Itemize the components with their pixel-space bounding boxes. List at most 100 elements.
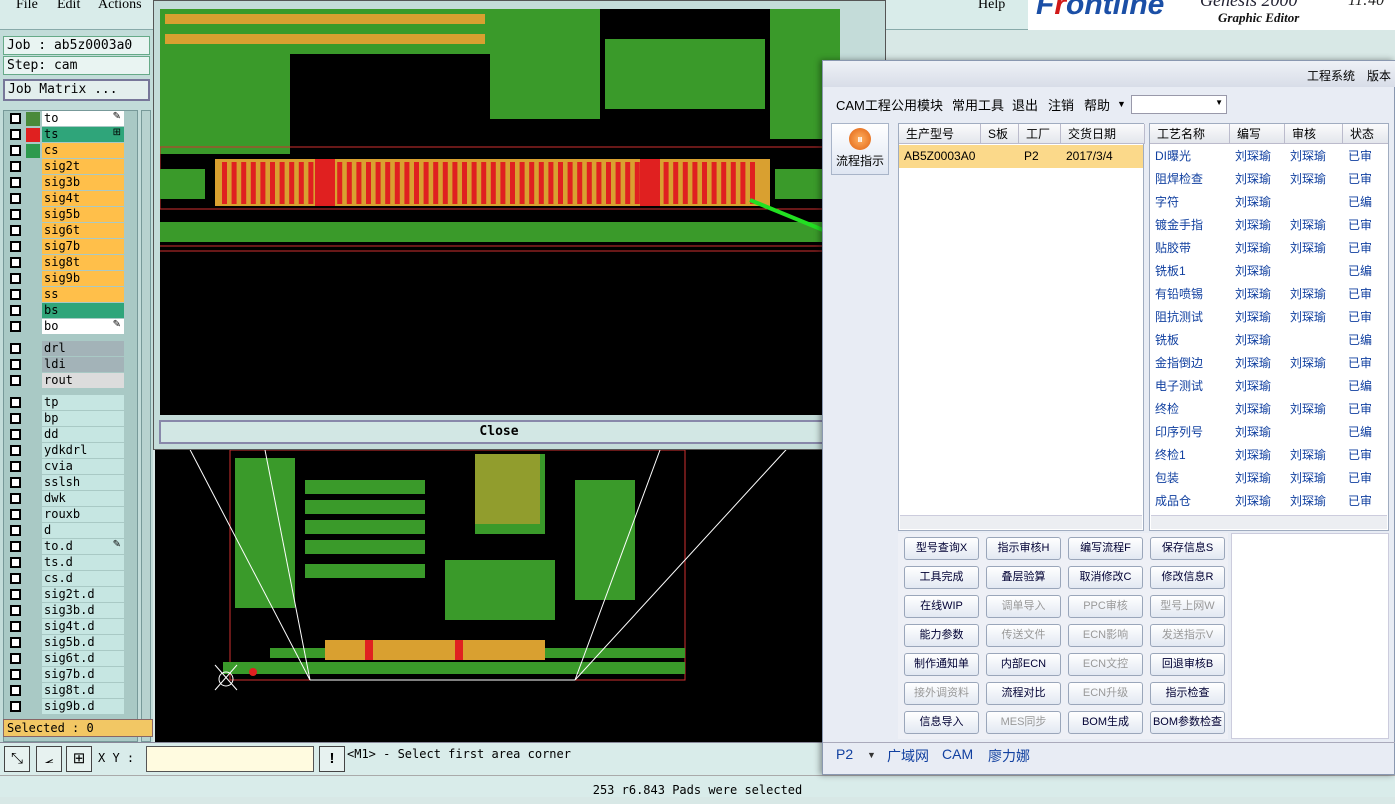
xy-input[interactable]: [146, 746, 314, 772]
menu-actions[interactable]: Actions: [98, 0, 142, 13]
menu-arrow-icon[interactable]: ▼: [1117, 99, 1126, 109]
layer-row[interactable]: sig5b: [4, 207, 137, 223]
layer-checkbox[interactable]: [10, 621, 21, 632]
measure-icon[interactable]: ⦟: [36, 746, 62, 772]
table-row[interactable]: 字符 刘琛瑜 已编: [1150, 191, 1388, 214]
layer-checkbox[interactable]: [10, 145, 21, 156]
cam-combo[interactable]: ▼: [1131, 95, 1227, 114]
layer-row[interactable]: sig6t.d: [4, 651, 137, 667]
layer-name[interactable]: dwk: [42, 491, 124, 506]
table-row[interactable]: 金指倒边 刘琛瑜 刘琛瑜 已审: [1150, 352, 1388, 375]
layer-scrollbar[interactable]: [141, 110, 151, 742]
table-row[interactable]: 铣板 刘琛瑜 已编: [1150, 329, 1388, 352]
layer-checkbox[interactable]: [10, 113, 21, 124]
layer-checkbox[interactable]: [10, 637, 21, 648]
action-button[interactable]: 型号查询X: [904, 537, 979, 560]
layer-row[interactable]: ts.d: [4, 555, 137, 571]
layer-name[interactable]: sig3b.d: [42, 603, 124, 618]
layer-checkbox[interactable]: [10, 589, 21, 600]
action-button[interactable]: 能力参数: [904, 624, 979, 647]
layer-row[interactable]: bo ✎: [4, 319, 137, 335]
layer-row[interactable]: bp: [4, 411, 137, 427]
table-row[interactable]: 镀金手指 刘琛瑜 刘琛瑜 已审: [1150, 214, 1388, 237]
action-button[interactable]: 调单导入: [986, 595, 1061, 618]
layer-checkbox[interactable]: [10, 305, 21, 316]
layer-checkbox[interactable]: [10, 605, 21, 616]
layer-checkbox[interactable]: [10, 225, 21, 236]
layer-row[interactable]: sig8t: [4, 255, 137, 271]
layer-name[interactable]: bp: [42, 411, 124, 426]
column-header[interactable]: 工艺名称: [1150, 124, 1230, 144]
menu-edit[interactable]: Edit: [57, 0, 80, 13]
layer-checkbox[interactable]: [10, 573, 21, 584]
layer-row[interactable]: sig5b.d: [4, 635, 137, 651]
action-button[interactable]: 流程对比: [986, 682, 1061, 705]
column-header[interactable]: 审核: [1285, 124, 1343, 144]
layer-row[interactable]: ydkdrl: [4, 443, 137, 459]
layer-checkbox[interactable]: [10, 209, 21, 220]
action-button[interactable]: 传送文件: [986, 624, 1061, 647]
action-button[interactable]: 指示审核H: [986, 537, 1061, 560]
layer-checkbox[interactable]: [10, 429, 21, 440]
layer-row[interactable]: cs: [4, 143, 137, 159]
status-plant-arrow-icon[interactable]: ▼: [867, 750, 876, 760]
layer-row[interactable]: dwk: [4, 491, 137, 507]
menu-file[interactable]: File: [16, 0, 38, 13]
layer-row[interactable]: ldi: [4, 357, 137, 373]
layer-checkbox[interactable]: [10, 241, 21, 252]
flow-indicator-button[interactable]: ⏸ 流程指示: [831, 123, 889, 175]
column-header[interactable]: 工厂: [1019, 124, 1061, 144]
layer-name[interactable]: sig6t.d: [42, 651, 124, 666]
action-button[interactable]: 编写流程F: [1068, 537, 1143, 560]
action-button[interactable]: 修改信息R: [1150, 566, 1225, 589]
alert-icon[interactable]: !: [319, 746, 345, 772]
column-header[interactable]: 状态: [1343, 124, 1388, 144]
layer-checkbox[interactable]: [10, 509, 21, 520]
action-button[interactable]: 在线WIP: [904, 595, 979, 618]
layer-checkbox[interactable]: [10, 273, 21, 284]
action-button[interactable]: 接外调资料: [904, 682, 979, 705]
layer-name[interactable]: cs.d: [42, 571, 124, 586]
action-button[interactable]: 指示检查: [1150, 682, 1225, 705]
layer-checkbox[interactable]: [10, 701, 21, 712]
layer-row[interactable]: sig4t: [4, 191, 137, 207]
layer-checkbox[interactable]: [10, 477, 21, 488]
layer-name[interactable]: sig4t.d: [42, 619, 124, 634]
layer-checkbox[interactable]: [10, 445, 21, 456]
layer-name[interactable]: d: [42, 523, 124, 538]
layer-checkbox[interactable]: [10, 653, 21, 664]
snap-icon[interactable]: ⤡: [4, 746, 30, 772]
layer-row[interactable]: sig9b.d: [4, 699, 137, 715]
table-row[interactable]: 包装 刘琛瑜 刘琛瑜 已审: [1150, 467, 1388, 490]
layer-row[interactable]: sig9b: [4, 271, 137, 287]
layer-row[interactable]: sig8t.d: [4, 683, 137, 699]
layer-checkbox[interactable]: [10, 669, 21, 680]
layer-checkbox[interactable]: [10, 359, 21, 370]
job-matrix-button[interactable]: Job Matrix ...: [3, 79, 150, 101]
menu-cam-project[interactable]: CAM工程: [836, 95, 891, 114]
grid-icon[interactable]: ⊞: [66, 746, 92, 772]
layer-row[interactable]: rouxb: [4, 507, 137, 523]
menu-exit[interactable]: 退出: [1012, 95, 1038, 114]
table-row[interactable]: 终检 刘琛瑜 刘琛瑜 已审: [1150, 398, 1388, 421]
column-header[interactable]: 编写: [1230, 124, 1285, 144]
action-button[interactable]: 信息导入: [904, 711, 979, 734]
layer-name[interactable]: sig5b.d: [42, 635, 124, 650]
menu-common-tools[interactable]: 常用工具: [952, 95, 1004, 114]
table-row[interactable]: 有铅喷锡 刘琛瑜 刘琛瑜 已审: [1150, 283, 1388, 306]
layer-row[interactable]: sig3b.d: [4, 603, 137, 619]
layer-checkbox[interactable]: [10, 375, 21, 386]
layer-checkbox[interactable]: [10, 493, 21, 504]
status-plant[interactable]: P2: [836, 746, 853, 762]
layer-row[interactable]: sig4t.d: [4, 619, 137, 635]
layer-name[interactable]: drl: [42, 341, 124, 356]
layer-name[interactable]: sig5b: [42, 207, 124, 222]
layer-name[interactable]: cvia: [42, 459, 124, 474]
layer-checkbox[interactable]: [10, 343, 21, 354]
layer-checkbox[interactable]: [10, 193, 21, 204]
layer-name[interactable]: sig2t.d: [42, 587, 124, 602]
layer-checkbox[interactable]: [10, 129, 21, 140]
layer-row[interactable]: d: [4, 523, 137, 539]
layer-checkbox[interactable]: [10, 461, 21, 472]
layer-checkbox[interactable]: [10, 289, 21, 300]
